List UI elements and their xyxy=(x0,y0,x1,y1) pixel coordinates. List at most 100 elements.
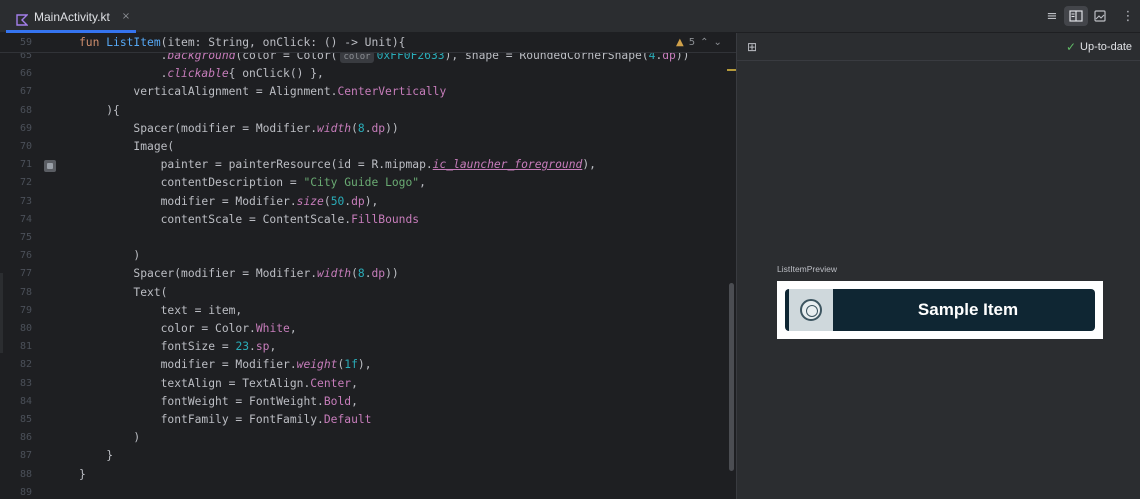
code-token: fun xyxy=(79,36,107,49)
layout-options-icon[interactable]: ⊞ xyxy=(747,40,761,54)
more-options-icon[interactable]: ⋮ xyxy=(1116,6,1140,26)
code-line[interactable]: 89 xyxy=(0,484,736,499)
code-token: , xyxy=(419,176,426,190)
list-item-preview[interactable]: Sample Item xyxy=(785,289,1095,331)
line-number: 81 xyxy=(19,341,32,353)
code-line[interactable]: 82 modifier = Modifier.weight(1f), xyxy=(0,356,736,374)
code-line[interactable]: 79 text = item, xyxy=(0,302,736,320)
code-token: 8 xyxy=(357,121,365,135)
preview-status: ✓ Up-to-date xyxy=(1066,40,1132,54)
code-line[interactable]: 69 Spacer(modifier = Modifier.width(8.dp… xyxy=(0,120,736,138)
line-code: Spacer(modifier = Modifier.width(8.dp)) xyxy=(79,265,399,283)
code-line[interactable]: 66 .clickable{ onClick() }, xyxy=(0,65,736,83)
code-token: Bold xyxy=(323,394,352,408)
code-token: "City Guide Logo" xyxy=(303,176,420,190)
line-code: text = item, xyxy=(79,302,243,320)
code-token: 8 xyxy=(357,267,365,281)
line-code: ){ xyxy=(79,102,120,120)
code-line[interactable]: 83 textAlign = TextAlign.Center, xyxy=(0,375,736,393)
code-line[interactable]: 71 painter = painterResource(id = R.mipm… xyxy=(0,156,736,174)
code-token: ), xyxy=(582,158,596,172)
code-token: 1f xyxy=(344,358,358,372)
code-token: clickable xyxy=(167,67,229,81)
code-token: color = Color. xyxy=(79,322,256,335)
line-number: 67 xyxy=(19,86,32,98)
code-token: fontFamily = FontFamily. xyxy=(79,413,324,426)
line-code: textAlign = TextAlign.Center, xyxy=(79,375,358,393)
code-token: verticalAlignment = Alignment. xyxy=(79,85,338,99)
code-line[interactable]: 86 ) xyxy=(0,429,736,447)
code-line[interactable]: 68 ){ xyxy=(0,102,736,120)
compose-preview-panel: ⊞ ✓ Up-to-date ListItemPreview Sample It… xyxy=(737,33,1140,499)
code-token: ), xyxy=(364,194,379,208)
code-line[interactable]: 76 ) xyxy=(0,247,736,265)
line-number: 69 xyxy=(19,122,32,134)
code-token: . xyxy=(79,67,168,81)
line-number: 88 xyxy=(19,468,32,480)
code-line[interactable]: 85 fontFamily = FontFamily.Default xyxy=(0,411,736,429)
line-code: ) xyxy=(79,429,140,447)
code-token: ListItem xyxy=(106,36,161,49)
line-number: 76 xyxy=(19,250,32,262)
line-number: 71 xyxy=(19,159,32,171)
code-line[interactable]: 74 contentScale = ContentScale.FillBound… xyxy=(0,211,736,229)
line-number: 85 xyxy=(19,414,32,425)
kotlin-file-icon xyxy=(16,11,29,26)
line-code: ) xyxy=(79,247,140,265)
tab-main-activity[interactable]: MainActivity.kt × xyxy=(6,0,136,33)
code-line[interactable]: 72 contentDescription = "City Guide Logo… xyxy=(0,174,736,192)
code-token: size xyxy=(296,194,324,208)
code-token: dp xyxy=(351,194,365,208)
code-line[interactable]: 88} xyxy=(0,466,736,484)
code-editor[interactable]: 65 .background(color = Color(color 0xFF0F… xyxy=(0,33,736,499)
scrollbar-warning-marker[interactable] xyxy=(727,69,736,71)
code-token: dp xyxy=(371,267,386,281)
code-line[interactable]: 73 modifier = Modifier.size(50.dp), xyxy=(0,193,736,211)
line-code: fontFamily = FontFamily.Default xyxy=(79,411,372,429)
line-code: verticalAlignment = Alignment.CenterVert… xyxy=(79,83,446,101)
editor-scrollbar-thumb[interactable] xyxy=(729,283,734,471)
code-token: )) xyxy=(385,267,399,281)
status-text: Up-to-date xyxy=(1080,41,1132,53)
inspection-widget[interactable]: ▲ 5 ⌃ ⌄ xyxy=(676,37,722,48)
code-line[interactable]: 81 fontSize = 23.sp, xyxy=(0,338,736,356)
code-view-icon[interactable]: ≡ xyxy=(1040,6,1064,26)
code-token: painter = painterResource(id = R.mipmap. xyxy=(79,158,433,172)
code-line[interactable]: 70 Image( xyxy=(0,138,736,156)
code-token: } xyxy=(79,467,86,481)
code-token: modifier = Modifier. xyxy=(79,358,297,372)
warning-count: 5 xyxy=(688,37,696,48)
code-line[interactable]: 80 color = Color.White, xyxy=(0,320,736,338)
line-code: Spacer(modifier = Modifier.width(8.dp)) xyxy=(79,120,398,138)
code-line[interactable]: 67 verticalAlignment = Alignment.CenterV… xyxy=(0,83,736,101)
code-line[interactable]: 78 Text( xyxy=(0,284,736,302)
code-line[interactable]: 87 } xyxy=(0,447,736,465)
code-token: Center xyxy=(310,376,352,390)
previous-highlight-icon[interactable]: ⌃ xyxy=(700,37,708,48)
code-token: Text( xyxy=(79,285,168,299)
code-token: White xyxy=(255,322,290,335)
line-code: Image( xyxy=(79,138,174,156)
tab-label: MainActivity.kt xyxy=(34,9,110,24)
code-line[interactable]: 77 Spacer(modifier = Modifier.width(8.dp… xyxy=(0,265,736,283)
preview-frame[interactable]: Sample Item xyxy=(777,281,1103,339)
image-resource-gutter-icon[interactable] xyxy=(44,160,56,172)
line-code: contentDescription = "City Guide Logo", xyxy=(79,174,426,192)
code-token: Image( xyxy=(79,140,175,153)
code-token: ic_launcher_foreground xyxy=(432,158,583,172)
sticky-function-header[interactable]: 59 fun ListItem(item: String, onClick: ()… xyxy=(0,33,736,53)
line-number: 70 xyxy=(19,141,32,152)
code-line[interactable]: 59 fun ListItem(item: String, onClick: ()… xyxy=(0,34,736,52)
code-token: ), xyxy=(357,358,372,372)
close-icon[interactable]: × xyxy=(122,11,130,22)
next-highlight-icon[interactable]: ⌄ xyxy=(713,37,721,48)
code-line[interactable]: 84 fontWeight = FontWeight.Bold, xyxy=(0,393,736,411)
split-view-icon[interactable] xyxy=(1064,6,1088,26)
preview-toolbar: ⊞ ✓ Up-to-date xyxy=(737,33,1140,61)
design-view-icon[interactable] xyxy=(1088,6,1112,26)
line-code: color = Color.White, xyxy=(79,320,297,338)
code-token: Default xyxy=(323,413,372,426)
preview-name: ListItemPreview xyxy=(777,264,837,274)
code-token: ){ xyxy=(79,103,120,117)
code-line[interactable]: 75 xyxy=(0,229,736,247)
